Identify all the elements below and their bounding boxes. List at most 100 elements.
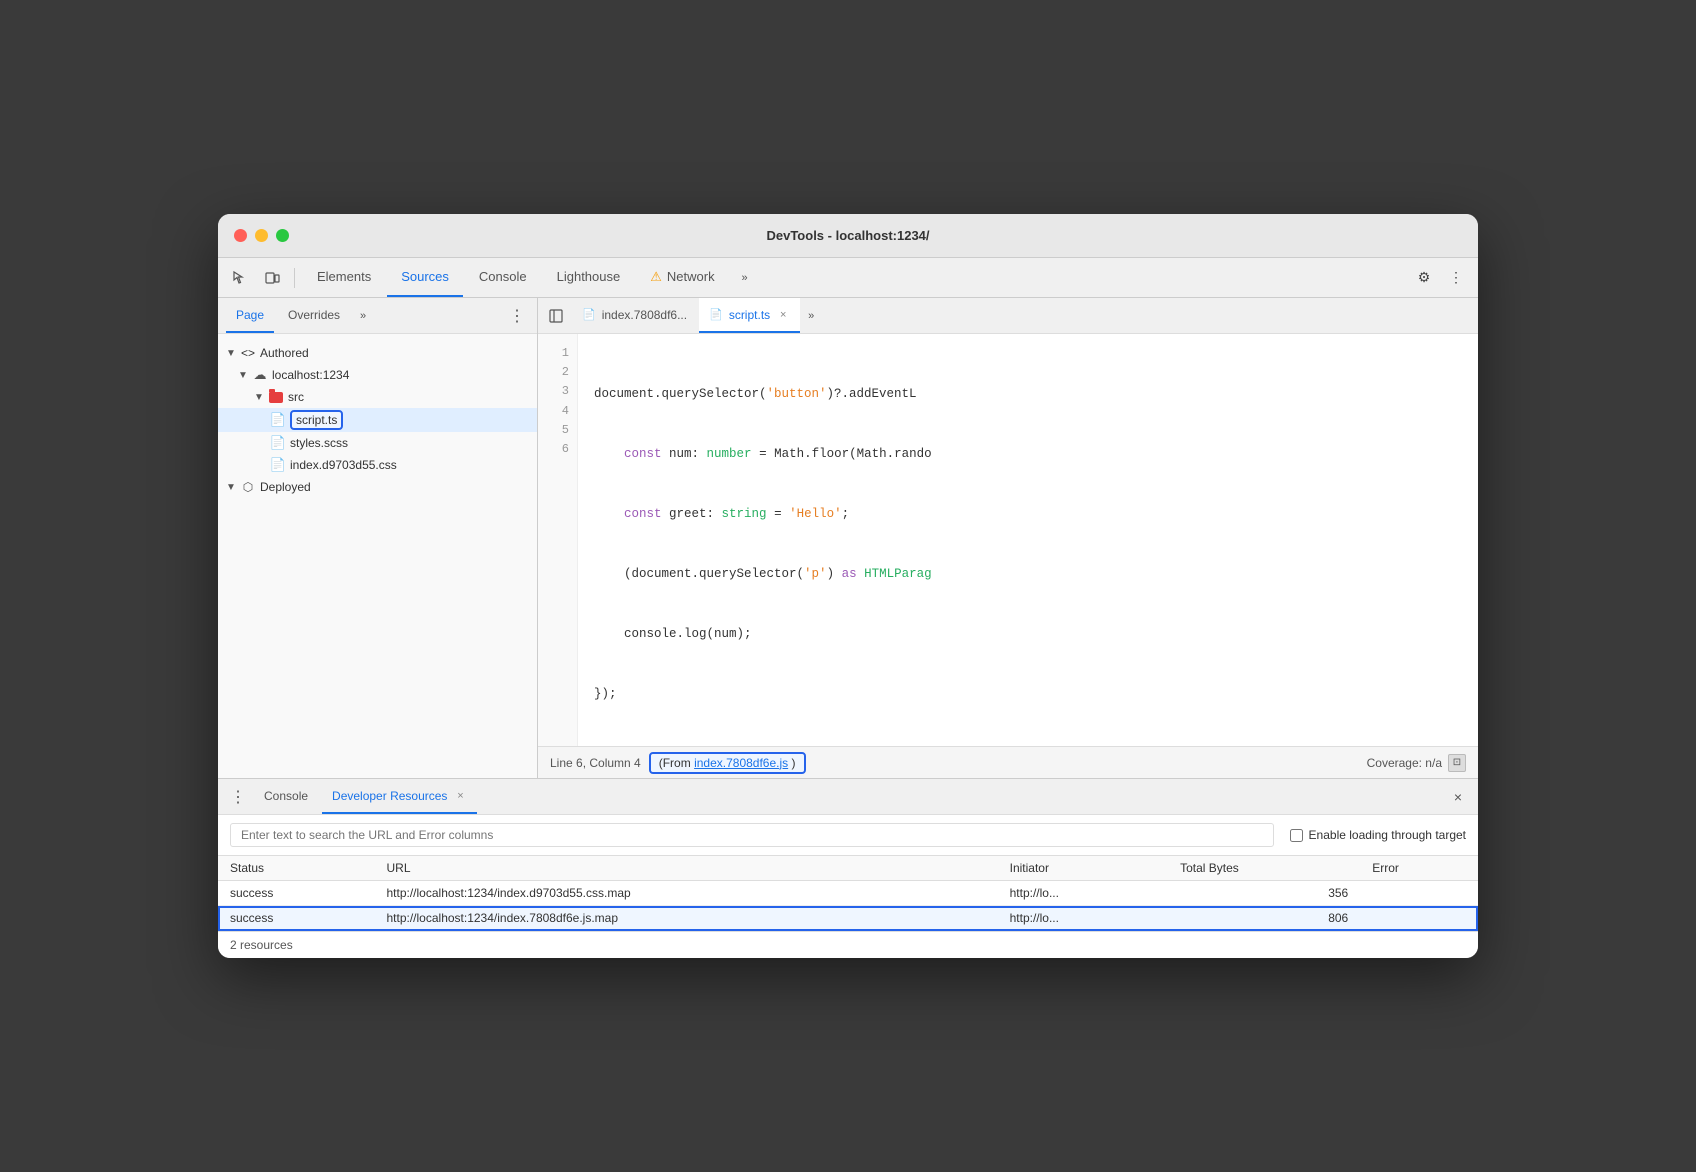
line-num-1: 1 xyxy=(550,344,569,363)
tab-console[interactable]: Console xyxy=(465,258,541,297)
resource-row-2[interactable]: success http://localhost:1234/index.7808… xyxy=(218,906,1478,931)
bottom-panel-menu-icon[interactable]: ⋮ xyxy=(226,785,250,809)
sidebar-tab-overrides[interactable]: Overrides xyxy=(278,298,350,333)
tree-item-index-css[interactable]: 📄 index.d9703d55.css xyxy=(218,454,537,476)
angle-brackets-icon: <> xyxy=(240,345,256,361)
main-content: Page Overrides » ⋮ ▼ <> Authored ▼ ☁ xyxy=(218,298,1478,778)
main-toolbar: Elements Sources Console Lighthouse ⚠ Ne… xyxy=(218,258,1478,298)
overflow-icon: ⋮ xyxy=(1449,269,1463,286)
folder-red-icon xyxy=(268,389,284,405)
row1-status: success xyxy=(218,881,375,906)
resource-row-1[interactable]: success http://localhost:1234/index.d970… xyxy=(218,881,1478,906)
code-line-3: const greet: string = 'Hello'; xyxy=(594,504,1462,524)
from-close: ) xyxy=(792,756,796,770)
gear-icon: ⚙ xyxy=(1418,269,1431,286)
maximize-button[interactable] xyxy=(276,229,289,242)
row1-bytes: 356 xyxy=(1168,881,1360,906)
tree-arrow-authored: ▼ xyxy=(226,348,236,359)
script-ts-label: script.ts xyxy=(290,410,343,430)
enable-loading-checkbox[interactable] xyxy=(1290,829,1303,842)
editor-more-button[interactable]: » xyxy=(802,308,820,324)
from-label: (From xyxy=(659,756,691,770)
bottom-tab-console[interactable]: Console xyxy=(254,779,318,814)
file-scss-icon: 📄 xyxy=(270,435,286,451)
editor-tab-script-ts[interactable]: 📄 script.ts × xyxy=(699,298,800,333)
row1-error xyxy=(1360,881,1478,906)
collapse-panel-button[interactable] xyxy=(542,302,570,330)
tree-item-styles-scss[interactable]: 📄 styles.scss xyxy=(218,432,537,454)
index-tab-label: index.7808df6... xyxy=(602,308,687,322)
more-tabs-button[interactable]: » xyxy=(731,264,759,292)
editor-tab-index[interactable]: 📄 index.7808df6... xyxy=(572,298,697,333)
dev-resources-panel: Enable loading through target Status URL… xyxy=(218,815,1478,958)
code-content[interactable]: document.querySelector('button')?.addEve… xyxy=(578,334,1478,746)
line-num-4: 4 xyxy=(550,402,569,421)
tab-sources[interactable]: Sources xyxy=(387,258,463,297)
tree-item-localhost[interactable]: ▼ ☁ localhost:1234 xyxy=(218,364,537,386)
file-icon-active: 📄 xyxy=(709,308,723,321)
line-num-2: 2 xyxy=(550,363,569,382)
close-bottom-panel-button[interactable]: × xyxy=(1446,785,1470,809)
box-icon: ⬡ xyxy=(240,479,256,495)
sidebar-tab-page[interactable]: Page xyxy=(226,298,274,333)
row2-error xyxy=(1360,906,1478,931)
devtools-window: DevTools - localhost:1234/ Elements Sour… xyxy=(218,214,1478,958)
enable-loading-label: Enable loading through target xyxy=(1290,828,1466,842)
url-search-input[interactable] xyxy=(230,823,1274,847)
window-title: DevTools - localhost:1234/ xyxy=(766,228,929,243)
table-header-row: Status URL Initiator Total Bytes Error xyxy=(218,856,1478,881)
tree-item-authored[interactable]: ▼ <> Authored xyxy=(218,342,537,364)
col-initiator: Initiator xyxy=(998,856,1168,881)
tab-elements[interactable]: Elements xyxy=(303,258,385,297)
localhost-label: localhost:1234 xyxy=(272,368,349,382)
from-file-link[interactable]: index.7808df6e.js xyxy=(694,756,788,770)
file-icon: 📄 xyxy=(582,308,596,321)
tree-item-script-ts[interactable]: 📄 script.ts xyxy=(218,408,537,432)
row2-status: success xyxy=(218,906,375,931)
file-css-icon: 📄 xyxy=(270,457,286,473)
line-num-6: 6 xyxy=(550,440,569,459)
coverage-icon[interactable]: ⊡ xyxy=(1448,754,1466,772)
cursor-position: Line 6, Column 4 xyxy=(550,756,641,770)
bottom-tab-dev-resources[interactable]: Developer Resources × xyxy=(322,779,477,814)
tab-lighthouse[interactable]: Lighthouse xyxy=(543,258,635,297)
toolbar-divider xyxy=(294,268,295,288)
main-tab-nav: Elements Sources Console Lighthouse ⚠ Ne… xyxy=(303,258,759,297)
code-view: 1 2 3 4 5 6 document.querySelector('butt… xyxy=(538,334,1478,746)
line-numbers: 1 2 3 4 5 6 xyxy=(538,334,578,746)
sidebar-menu-icon[interactable]: ⋮ xyxy=(505,304,529,328)
deployed-label: Deployed xyxy=(260,480,311,494)
close-dev-resources-tab[interactable]: × xyxy=(453,789,467,803)
search-bar-area: Enable loading through target xyxy=(218,815,1478,856)
bottom-tab-bar: ⋮ Console Developer Resources × × xyxy=(218,779,1478,815)
close-button[interactable] xyxy=(234,229,247,242)
index-css-label: index.d9703d55.css xyxy=(290,458,397,472)
minimize-button[interactable] xyxy=(255,229,268,242)
col-total-bytes: Total Bytes xyxy=(1168,856,1360,881)
search-row: Enable loading through target xyxy=(230,823,1466,847)
overflow-menu-button[interactable]: ⋮ xyxy=(1442,264,1470,292)
inspect-icon[interactable] xyxy=(226,264,254,292)
row2-url: http://localhost:1234/index.7808df6e.js.… xyxy=(375,906,998,931)
editor-tab-bar: 📄 index.7808df6... 📄 script.ts × » xyxy=(538,298,1478,334)
code-line-6: }); xyxy=(594,684,1462,704)
tree-arrow-localhost: ▼ xyxy=(238,370,248,381)
status-bar: Line 6, Column 4 (From index.7808df6e.js… xyxy=(538,746,1478,778)
coverage-status: Coverage: n/a ⊡ xyxy=(1367,754,1466,772)
row1-initiator: http://lo... xyxy=(998,881,1168,906)
close-script-ts-tab[interactable]: × xyxy=(776,308,790,322)
tree-item-deployed[interactable]: ▼ ⬡ Deployed xyxy=(218,476,537,498)
device-toggle-icon[interactable] xyxy=(258,264,286,292)
sidebar-more-button[interactable]: » xyxy=(354,308,372,324)
col-error: Error xyxy=(1360,856,1478,881)
tree-item-src[interactable]: ▼ src xyxy=(218,386,537,408)
row1-url: http://localhost:1234/index.d9703d55.css… xyxy=(375,881,998,906)
from-source-highlight: (From index.7808df6e.js ) xyxy=(649,752,806,774)
row2-bytes: 806 xyxy=(1168,906,1360,931)
code-line-4: (document.querySelector('p') as HTMLPara… xyxy=(594,564,1462,584)
line-num-5: 5 xyxy=(550,421,569,440)
authored-label: Authored xyxy=(260,346,309,360)
tab-network[interactable]: ⚠ Network xyxy=(636,258,728,297)
tree-arrow-src: ▼ xyxy=(254,392,264,403)
settings-button[interactable]: ⚙ xyxy=(1410,264,1438,292)
